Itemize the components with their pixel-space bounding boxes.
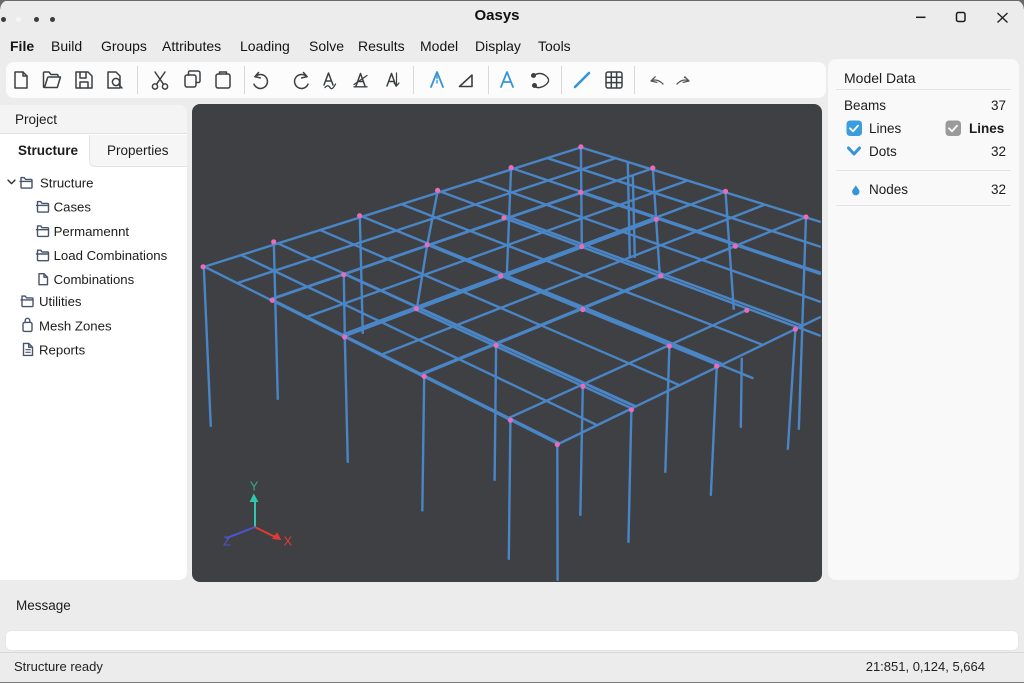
svg-text:Cases: Cases	[54, 200, 92, 215]
svg-text:Combinations: Combinations	[54, 272, 135, 287]
svg-text:Mesh Zones: Mesh Zones	[39, 318, 112, 333]
svg-text:Reports: Reports	[39, 342, 86, 357]
svg-text:Utilities: Utilities	[39, 294, 82, 309]
svg-text:Z: Z	[223, 534, 231, 549]
svg-text:Y: Y	[250, 479, 259, 494]
svg-text:X: X	[284, 534, 293, 549]
svg-text:Permamennt: Permamennt	[54, 224, 130, 239]
svg-text:Load Combinations: Load Combinations	[54, 248, 168, 263]
